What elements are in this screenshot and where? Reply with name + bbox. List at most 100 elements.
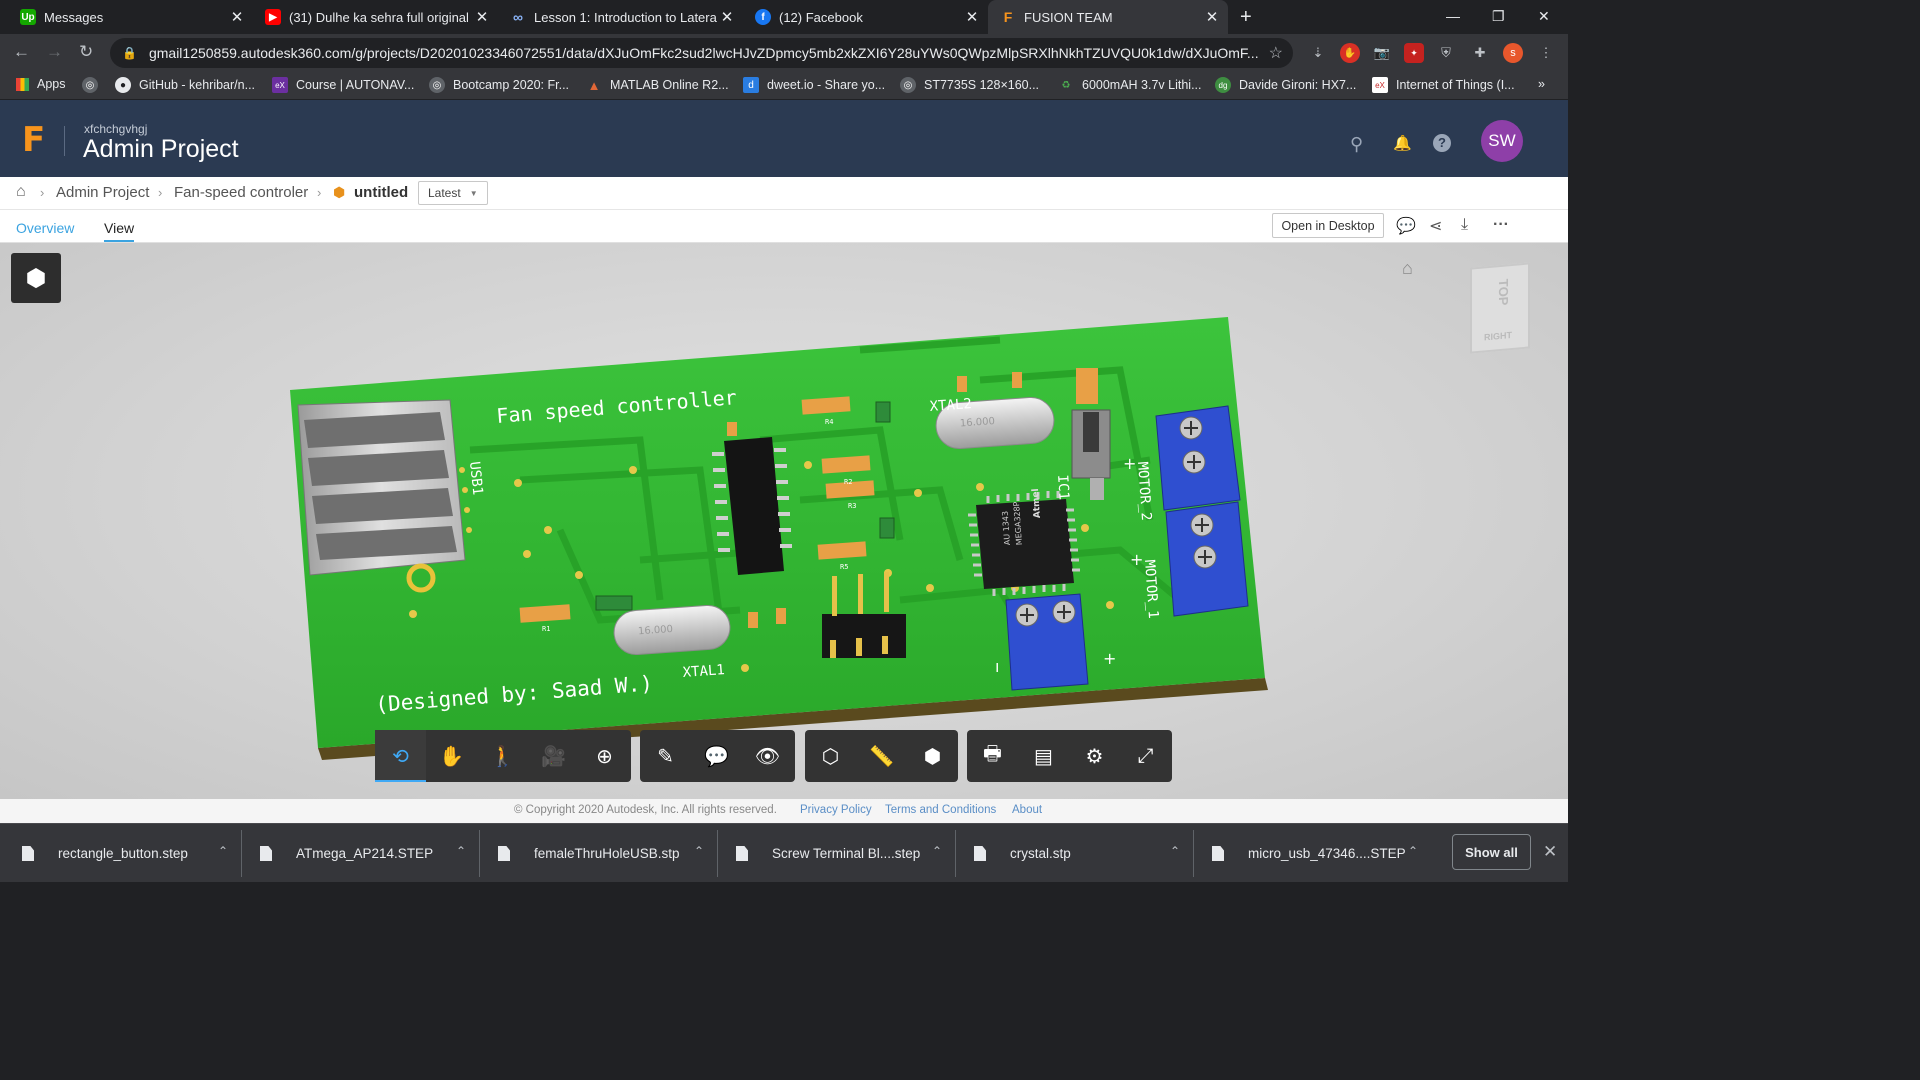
reload-icon[interactable]: ↻ xyxy=(79,42,93,62)
model-toolbar: ⬡ 📏 ⬢ xyxy=(805,730,958,782)
chevron-up-icon[interactable]: ⌃ xyxy=(1408,844,1418,858)
3d-viewer-canvas[interactable]: ⬢ ⌂ TOP RIGHT USB1 Fan speed controller … xyxy=(0,243,1568,799)
bookmark-item[interactable]: ♻ 6000mAH 3.7v Lithi... xyxy=(1058,77,1202,93)
fullscreen-tool-icon[interactable]: ⤢ xyxy=(1120,730,1171,782)
bookmark-label: ST7735S 128×160... xyxy=(924,78,1040,92)
file-icon xyxy=(736,846,748,861)
fusion-logo-icon[interactable]: F xyxy=(22,122,48,158)
privacy-policy-link[interactable]: Privacy Policy xyxy=(800,804,872,816)
measure-tool-icon[interactable]: 📏 xyxy=(856,730,907,782)
globe-icon: ◎ xyxy=(900,77,916,93)
close-tab-icon[interactable]: ✕ xyxy=(717,8,737,26)
camera-extension-icon[interactable]: 📷 xyxy=(1372,43,1392,63)
browser-tab[interactable]: ▶ (31) Dulhe ka sehra full original b ✕ xyxy=(253,0,498,34)
explode-tool-icon[interactable]: ⬢ xyxy=(907,730,958,782)
open-in-desktop-button[interactable]: Open in Desktop xyxy=(1272,213,1384,238)
download-item[interactable]: femaleThruHoleUSB.stp ⌃ xyxy=(498,824,716,883)
bookmark-item[interactable]: d dweet.io - Share yo... xyxy=(743,77,885,93)
download-item[interactable]: ATmega_AP214.STEP ⌃ xyxy=(260,824,478,883)
bookmark-item[interactable]: ◎ ST7735S 128×160... xyxy=(900,77,1039,93)
close-tab-icon[interactable]: ✕ xyxy=(227,8,247,26)
about-link[interactable]: About xyxy=(1012,804,1042,816)
close-window-icon[interactable]: ✕ xyxy=(1538,8,1550,25)
bell-icon[interactable]: 🔔 xyxy=(1393,134,1412,152)
model-browser-tool-icon[interactable]: ▤ xyxy=(1018,730,1069,782)
share-icon[interactable]: ⋖ xyxy=(1429,216,1442,236)
bookmark-item[interactable]: ▲ MATLAB Online R2... xyxy=(586,77,729,93)
search-icon[interactable]: ⚲ xyxy=(1350,134,1363,155)
minimize-icon[interactable]: — xyxy=(1446,8,1460,24)
browser-tab[interactable]: Up Messages ✕ xyxy=(8,0,253,34)
settings-tool-icon[interactable]: ⚙ xyxy=(1069,730,1120,782)
orbit-tool-icon[interactable]: ⟲ xyxy=(375,730,426,782)
download-item[interactable]: crystal.stp ⌃ xyxy=(974,824,1192,883)
forward-icon[interactable]: → xyxy=(46,42,63,62)
hide-tool-icon[interactable]: 👁 xyxy=(742,730,793,782)
close-download-shelf-icon[interactable]: ✕ xyxy=(1543,842,1557,862)
browser-tab[interactable]: f (12) Facebook ✕ xyxy=(743,0,988,34)
back-icon[interactable]: ← xyxy=(13,42,30,62)
new-tab-icon[interactable]: + xyxy=(1240,6,1252,29)
chevron-up-icon[interactable]: ⌃ xyxy=(932,844,942,858)
breadcrumb-item[interactable]: Fan-speed controler xyxy=(174,184,308,201)
version-dropdown[interactable]: Latest ▼ xyxy=(418,181,488,205)
terms-link[interactable]: Terms and Conditions xyxy=(885,804,996,816)
github-icon: ● xyxy=(115,77,131,93)
bookmark-item[interactable]: dg Davide Gironi: HX7... xyxy=(1215,77,1356,93)
help-icon[interactable]: ? xyxy=(1433,134,1451,152)
print-tool-icon[interactable]: 🖶 xyxy=(967,730,1018,782)
restore-icon[interactable]: ❐ xyxy=(1492,8,1505,25)
bookmark-star-icon[interactable]: ☆ xyxy=(1269,43,1283,63)
bookmarks-overflow-icon[interactable]: » xyxy=(1538,77,1545,91)
bookmark-item[interactable]: ◎ xyxy=(82,77,106,93)
download-item[interactable]: rectangle_button.step ⌃ xyxy=(22,824,240,883)
bookmark-item[interactable]: ◎ Bootcamp 2020: Fr... xyxy=(429,77,569,93)
chevron-up-icon[interactable]: ⌃ xyxy=(218,844,228,858)
pcb-3d-model[interactable]: USB1 Fan speed controller (Designed by: … xyxy=(0,243,1568,799)
close-tab-icon[interactable]: ✕ xyxy=(1202,8,1222,26)
section-tool-icon[interactable]: ⬡ xyxy=(805,730,856,782)
tab-overview[interactable]: Overview xyxy=(16,220,74,236)
comment-icon[interactable]: 💬 xyxy=(1396,216,1416,236)
walk-tool-icon[interactable]: 🚶 xyxy=(477,730,528,782)
screw-terminal-motor2 xyxy=(1155,405,1241,511)
more-options-icon[interactable]: ··· xyxy=(1493,216,1509,234)
extension-icon[interactable]: ✋ xyxy=(1340,43,1360,63)
download-icon[interactable]: ⤓ xyxy=(1461,216,1468,234)
tab-view[interactable]: View xyxy=(104,220,135,242)
r3-label: R3 xyxy=(848,502,856,510)
bookmark-item[interactable]: ● GitHub - kehribar/n... xyxy=(115,77,255,93)
extension-icon[interactable]: ⇣ xyxy=(1308,43,1328,63)
download-item[interactable]: Screw Terminal Bl....step ⌃ xyxy=(736,824,954,883)
puzzle-extensions-icon[interactable]: ✚ xyxy=(1470,43,1490,63)
avatar[interactable]: SW xyxy=(1481,120,1523,162)
profile-avatar[interactable]: s xyxy=(1503,43,1523,63)
menu-dots-icon[interactable]: ⋮ xyxy=(1536,43,1556,63)
browser-tab[interactable]: ∞ Lesson 1: Introduction to Lateral ✕ xyxy=(498,0,743,34)
breadcrumb-current: untitled xyxy=(354,184,409,201)
extension-icon[interactable]: ✦ xyxy=(1404,43,1424,63)
camera-tool-icon[interactable]: 🎥 xyxy=(528,730,579,782)
download-filename: micro_usb_47346....STEP xyxy=(1248,846,1406,861)
markup-tool-icon[interactable]: ✎ xyxy=(640,730,691,782)
view-tabs: Overview View Open in Desktop 💬 ⋖ ⤓ ··· xyxy=(0,210,1568,243)
bookmark-item[interactable]: eX Internet of Things (I... xyxy=(1372,77,1515,93)
close-tab-icon[interactable]: ✕ xyxy=(962,8,982,26)
bookmark-item[interactable]: eX Course | AUTONAV... xyxy=(272,77,414,93)
close-tab-icon[interactable]: ✕ xyxy=(472,8,492,26)
home-icon[interactable]: ⌂ xyxy=(16,183,26,201)
tab-title: (31) Dulhe ka sehra full original b xyxy=(289,9,472,25)
browser-tab-active[interactable]: F FUSION TEAM ✕ xyxy=(988,0,1228,34)
chevron-up-icon[interactable]: ⌃ xyxy=(1170,844,1180,858)
chevron-up-icon[interactable]: ⌃ xyxy=(456,844,466,858)
bookmark-apps[interactable]: Apps xyxy=(16,77,66,91)
shield-extension-icon[interactable]: ⛨ xyxy=(1436,43,1456,63)
chevron-up-icon[interactable]: ⌃ xyxy=(694,844,704,858)
comment-tool-icon[interactable]: 💬 xyxy=(691,730,742,782)
pan-tool-icon[interactable]: ✋ xyxy=(426,730,477,782)
show-all-button[interactable]: Show all xyxy=(1452,834,1531,870)
download-item[interactable]: micro_usb_47346....STEP ⌃ xyxy=(1212,824,1430,883)
zoom-window-tool-icon[interactable]: ⊕ xyxy=(579,730,630,782)
breadcrumb-item[interactable]: Admin Project xyxy=(56,184,149,201)
address-bar[interactable]: 🔒 gmail1250859.autodesk360.com/g/project… xyxy=(110,38,1293,68)
